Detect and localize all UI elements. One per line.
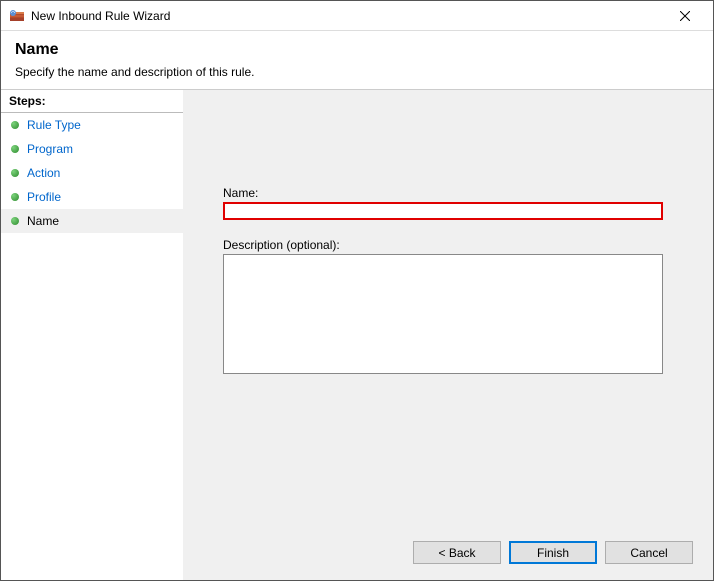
- step-bullet-icon: [11, 145, 19, 153]
- finish-button[interactable]: Finish: [509, 541, 597, 564]
- close-button[interactable]: [665, 2, 705, 30]
- sidebar-item-profile[interactable]: Profile: [1, 185, 183, 209]
- firewall-icon: [9, 8, 25, 24]
- name-input[interactable]: [223, 202, 663, 220]
- description-field-group: Description (optional):: [223, 238, 673, 377]
- main-panel: Name: Description (optional): < Back Fin…: [183, 90, 713, 580]
- steps-sidebar: Steps: Rule Type Program Action Profile …: [1, 90, 183, 580]
- form-area: Name: Description (optional):: [183, 90, 713, 529]
- step-label: Action: [27, 166, 60, 180]
- step-label: Program: [27, 142, 73, 156]
- cancel-button[interactable]: Cancel: [605, 541, 693, 564]
- page-title: Name: [15, 41, 699, 59]
- button-row: < Back Finish Cancel: [183, 529, 713, 580]
- step-bullet-icon: [11, 193, 19, 201]
- back-button[interactable]: < Back: [413, 541, 501, 564]
- step-bullet-icon: [11, 217, 19, 225]
- window-title: New Inbound Rule Wizard: [31, 9, 170, 23]
- titlebar: New Inbound Rule Wizard: [1, 1, 713, 31]
- step-bullet-icon: [11, 121, 19, 129]
- name-label: Name:: [223, 186, 673, 200]
- close-icon: [680, 11, 690, 21]
- steps-header: Steps:: [1, 90, 183, 113]
- page-subtitle: Specify the name and description of this…: [15, 65, 699, 79]
- sidebar-item-program[interactable]: Program: [1, 137, 183, 161]
- sidebar-item-rule-type[interactable]: Rule Type: [1, 113, 183, 137]
- name-field-group: Name:: [223, 186, 673, 220]
- content-area: Steps: Rule Type Program Action Profile …: [1, 90, 713, 580]
- description-label: Description (optional):: [223, 238, 673, 252]
- step-label: Name: [27, 214, 59, 228]
- sidebar-item-action[interactable]: Action: [1, 161, 183, 185]
- step-bullet-icon: [11, 169, 19, 177]
- step-label: Rule Type: [27, 118, 81, 132]
- wizard-header: Name Specify the name and description of…: [1, 31, 713, 90]
- sidebar-item-name[interactable]: Name: [1, 209, 183, 233]
- description-textarea[interactable]: [223, 254, 663, 374]
- step-label: Profile: [27, 190, 61, 204]
